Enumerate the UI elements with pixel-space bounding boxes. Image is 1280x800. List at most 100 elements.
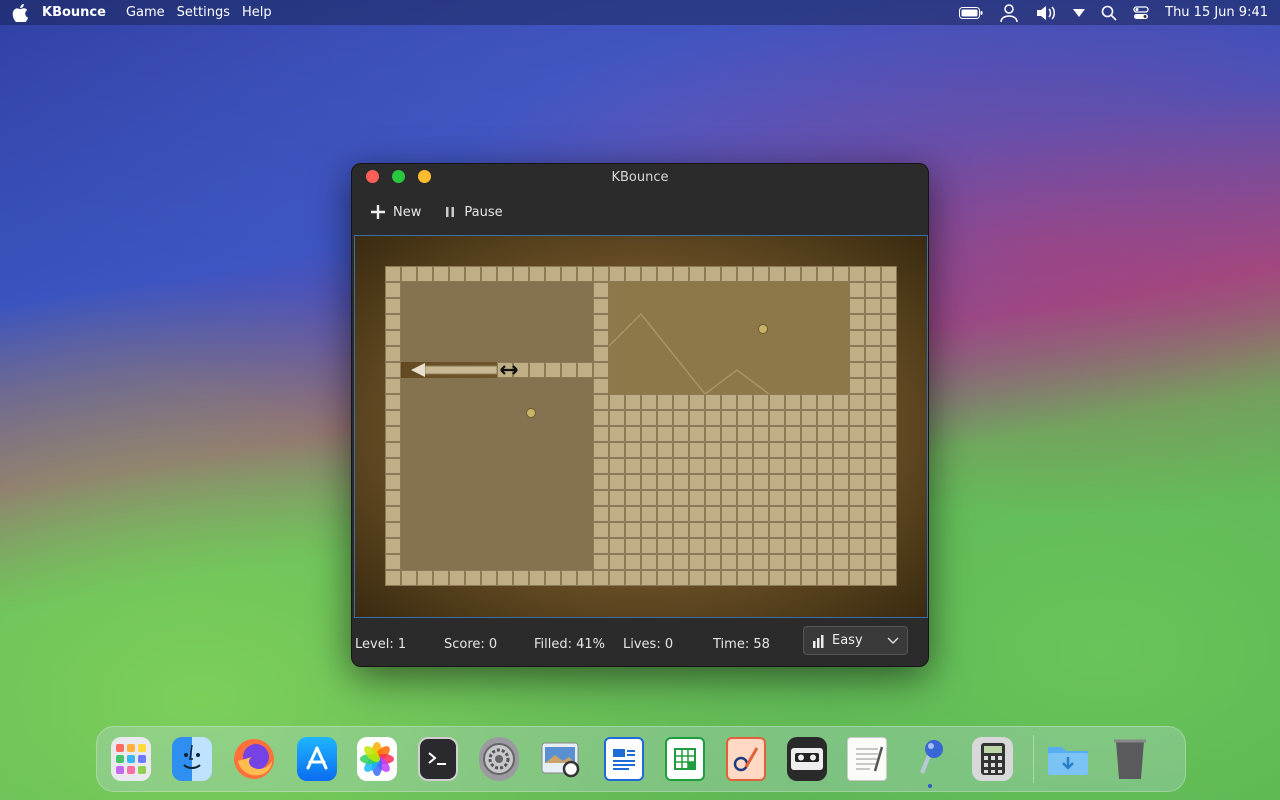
- filled-label: Filled: 41%: [534, 637, 606, 652]
- volume-icon[interactable]: [1035, 5, 1057, 21]
- tile: [641, 266, 657, 282]
- open-region[interactable]: [401, 378, 593, 570]
- draw-icon[interactable]: [725, 737, 767, 781]
- tile: [721, 426, 737, 442]
- tile: [785, 474, 801, 490]
- launchpad-icon[interactable]: [111, 737, 152, 781]
- tile: [625, 554, 641, 570]
- photos-icon[interactable]: [357, 737, 398, 781]
- tile: [545, 266, 561, 282]
- tile: [561, 570, 577, 586]
- tile: [833, 442, 849, 458]
- game-board[interactable]: [354, 235, 928, 618]
- tile: [833, 266, 849, 282]
- window-title: KBounce: [611, 169, 669, 185]
- search-icon[interactable]: [1101, 5, 1117, 21]
- tile: [801, 458, 817, 474]
- preview-icon[interactable]: [539, 737, 583, 781]
- wifi-dropdown-icon[interactable]: [1073, 8, 1086, 17]
- open-region[interactable]: [609, 282, 849, 394]
- difficulty-select[interactable]: Easy: [803, 626, 908, 655]
- writer-icon[interactable]: [603, 737, 645, 781]
- menubar-clock[interactable]: Thu 15 Jun 9:41: [1165, 5, 1268, 20]
- tile: [753, 394, 769, 410]
- tile: [849, 570, 865, 586]
- tile: [625, 442, 641, 458]
- tile: [593, 570, 609, 586]
- tile: [801, 490, 817, 506]
- tile: [689, 522, 705, 538]
- tile: [673, 474, 689, 490]
- time-label: Time: 58: [713, 637, 770, 652]
- tile: [593, 394, 609, 410]
- open-region[interactable]: [401, 282, 593, 362]
- menu-help[interactable]: Help: [242, 5, 272, 20]
- tile: [753, 410, 769, 426]
- tile: [801, 426, 817, 442]
- dock-separator: [1033, 735, 1034, 783]
- menubar-app-name[interactable]: KBounce: [42, 5, 106, 20]
- tile: [577, 570, 593, 586]
- tile: [817, 506, 833, 522]
- control-center-icon[interactable]: [1133, 5, 1149, 21]
- apple-logo-icon[interactable]: [12, 3, 30, 22]
- pause-button[interactable]: Pause: [443, 205, 503, 220]
- calc-icon[interactable]: [664, 737, 706, 781]
- finder-icon[interactable]: [171, 737, 212, 781]
- new-game-button[interactable]: New: [370, 204, 421, 220]
- trash-icon[interactable]: [1110, 737, 1150, 781]
- kbounce-icon[interactable]: [908, 737, 952, 788]
- settings-icon[interactable]: [478, 737, 519, 781]
- tile: [641, 426, 657, 442]
- tile: [641, 554, 657, 570]
- close-button[interactable]: [366, 170, 379, 183]
- tile: [833, 554, 849, 570]
- tile: [833, 394, 849, 410]
- tile: [417, 266, 433, 282]
- cassette-icon[interactable]: [786, 737, 827, 781]
- tile: [641, 458, 657, 474]
- tile: [545, 570, 561, 586]
- game-grid[interactable]: [385, 266, 897, 586]
- user-icon[interactable]: [999, 3, 1019, 23]
- tile: [849, 346, 865, 362]
- tile: [673, 490, 689, 506]
- tile: [721, 522, 737, 538]
- tile: [817, 474, 833, 490]
- calculator-icon[interactable]: [972, 737, 1013, 781]
- minimize-button[interactable]: [392, 170, 405, 183]
- tile: [833, 410, 849, 426]
- tile: [705, 538, 721, 554]
- maximize-button[interactable]: [418, 170, 431, 183]
- tile: [849, 282, 865, 298]
- tile: [529, 570, 545, 586]
- firefox-icon[interactable]: [232, 737, 276, 781]
- tile: [529, 266, 545, 282]
- tile: [737, 522, 753, 538]
- chevron-down-icon: [887, 636, 899, 644]
- tile: [721, 490, 737, 506]
- tile: [785, 266, 801, 282]
- title-bar[interactable]: KBounce: [352, 164, 928, 190]
- tile: [593, 490, 609, 506]
- app-store-icon[interactable]: [296, 737, 337, 781]
- textedit-icon[interactable]: [847, 737, 888, 781]
- tile: [689, 458, 705, 474]
- terminal-icon[interactable]: [417, 737, 459, 781]
- tile: [657, 490, 673, 506]
- tile: [865, 522, 881, 538]
- tile: [641, 570, 657, 586]
- battery-icon[interactable]: [959, 6, 983, 19]
- menu-settings[interactable]: Settings: [177, 5, 230, 20]
- menu-game[interactable]: Game: [126, 5, 165, 20]
- tile: [721, 554, 737, 570]
- tile: [641, 490, 657, 506]
- tile: [385, 314, 401, 330]
- tile: [737, 554, 753, 570]
- tile: [817, 394, 833, 410]
- tile: [817, 570, 833, 586]
- tile: [785, 410, 801, 426]
- tile: [385, 538, 401, 554]
- score-label: Score: 0: [444, 637, 498, 652]
- downloads-folder-icon[interactable]: [1046, 737, 1090, 781]
